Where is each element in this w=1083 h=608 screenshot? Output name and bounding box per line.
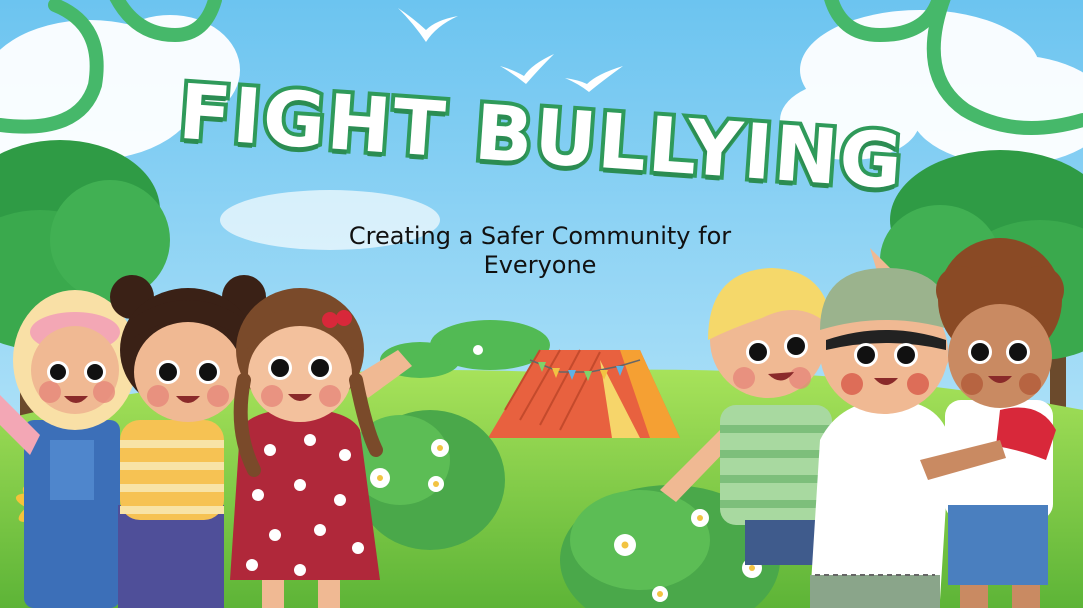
poster: FIGHT BULLYING Creating a Safer Communit… xyxy=(0,0,1083,608)
poster-subtitle: Creating a Safer Community for Everyone xyxy=(348,222,732,279)
child-cap-white-shirt xyxy=(810,248,952,608)
